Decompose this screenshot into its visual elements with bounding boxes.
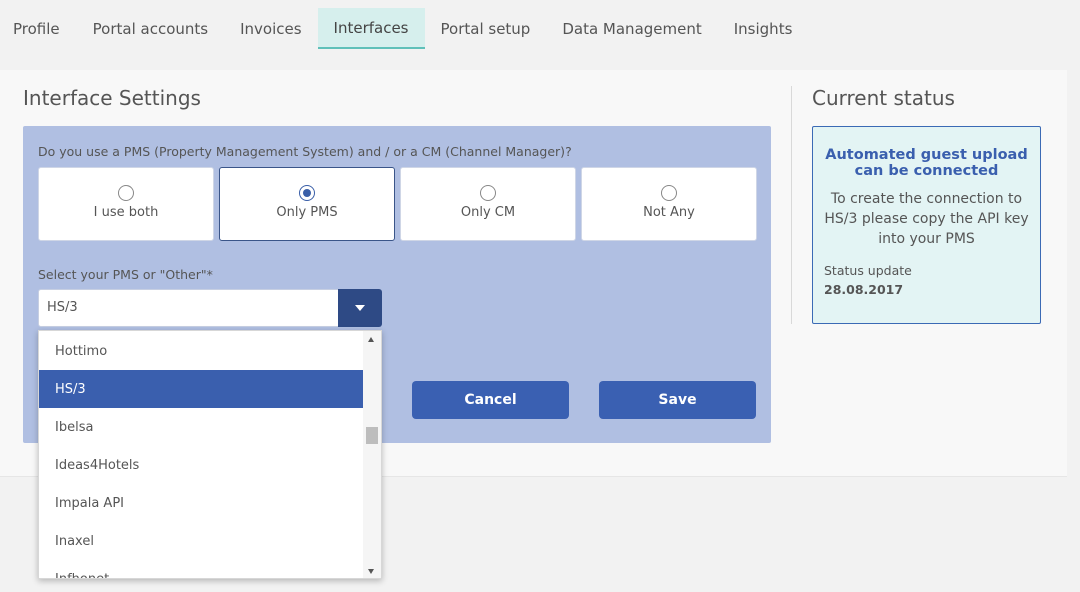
radio-only-pms[interactable]: [299, 185, 315, 201]
column-divider: [791, 86, 792, 324]
status-update-date: 28.08.2017: [824, 282, 904, 297]
tab-invoices[interactable]: Invoices: [224, 8, 317, 49]
radio-use-both[interactable]: [118, 185, 134, 201]
dropdown-option-ibelsa[interactable]: Ibelsa: [39, 408, 364, 446]
pms-select[interactable]: HS/3: [38, 289, 382, 327]
tab-portal-accounts[interactable]: Portal accounts: [77, 8, 224, 49]
tab-interfaces[interactable]: Interfaces: [317, 8, 425, 49]
chevron-down-icon: [355, 305, 365, 311]
dropdown-option-hottimo[interactable]: Hottimo: [39, 332, 364, 370]
option-label: Not Any: [643, 205, 695, 220]
option-label: I use both: [93, 205, 159, 220]
dropdown-option-hs3[interactable]: HS/3: [39, 370, 364, 408]
status-card-text: To create the connection to HS/3 please …: [824, 191, 1029, 247]
tab-portal-setup[interactable]: Portal setup: [425, 8, 547, 49]
option-label: Only PMS: [276, 205, 338, 220]
radio-only-cm[interactable]: [480, 185, 496, 201]
dropdown-toggle-button[interactable]: [338, 289, 382, 327]
option-not-any[interactable]: Not Any: [581, 167, 757, 241]
pms-question: Do you use a PMS (Property Management Sy…: [38, 144, 572, 159]
radio-not-any[interactable]: [661, 185, 677, 201]
status-card: Automated guest upload can be connected …: [812, 126, 1041, 324]
pms-select-label: Select your PMS or "Other"*: [38, 267, 213, 282]
option-use-both[interactable]: I use both: [38, 167, 214, 241]
status-card-title: Automated guest upload can be connected: [825, 147, 1028, 179]
dropdown-option-infhonet[interactable]: Infhonet: [39, 560, 364, 579]
scrollbar-thumb[interactable]: [366, 427, 378, 444]
dropdown-option-inaxel[interactable]: Inaxel: [39, 522, 364, 560]
save-button[interactable]: Save: [599, 381, 756, 419]
dropdown-option-impala-api[interactable]: Impala API: [39, 484, 364, 522]
tab-insights[interactable]: Insights: [718, 8, 809, 49]
pms-select-value: HS/3: [47, 300, 78, 315]
top-nav-tabs: Profile Portal accounts Invoices Interfa…: [0, 8, 808, 49]
option-label: Only CM: [460, 205, 516, 220]
current-status-title: Current status: [812, 86, 955, 110]
scroll-up-icon[interactable]: [368, 337, 374, 342]
option-only-pms[interactable]: Only PMS: [219, 167, 395, 241]
cancel-button[interactable]: Cancel: [412, 381, 569, 419]
interface-settings-title: Interface Settings: [23, 86, 201, 110]
status-update-label: Status update: [824, 263, 912, 278]
option-only-cm[interactable]: Only CM: [400, 167, 576, 241]
tab-data-management[interactable]: Data Management: [546, 8, 717, 49]
dropdown-scrollbar[interactable]: [363, 331, 381, 578]
pms-dropdown-list[interactable]: Hottimo HS/3 Ibelsa Ideas4Hotels Impala …: [38, 330, 382, 579]
tab-profile[interactable]: Profile: [0, 8, 77, 49]
scroll-down-icon[interactable]: [368, 569, 374, 574]
dropdown-option-ideas4hotels[interactable]: Ideas4Hotels: [39, 446, 364, 484]
